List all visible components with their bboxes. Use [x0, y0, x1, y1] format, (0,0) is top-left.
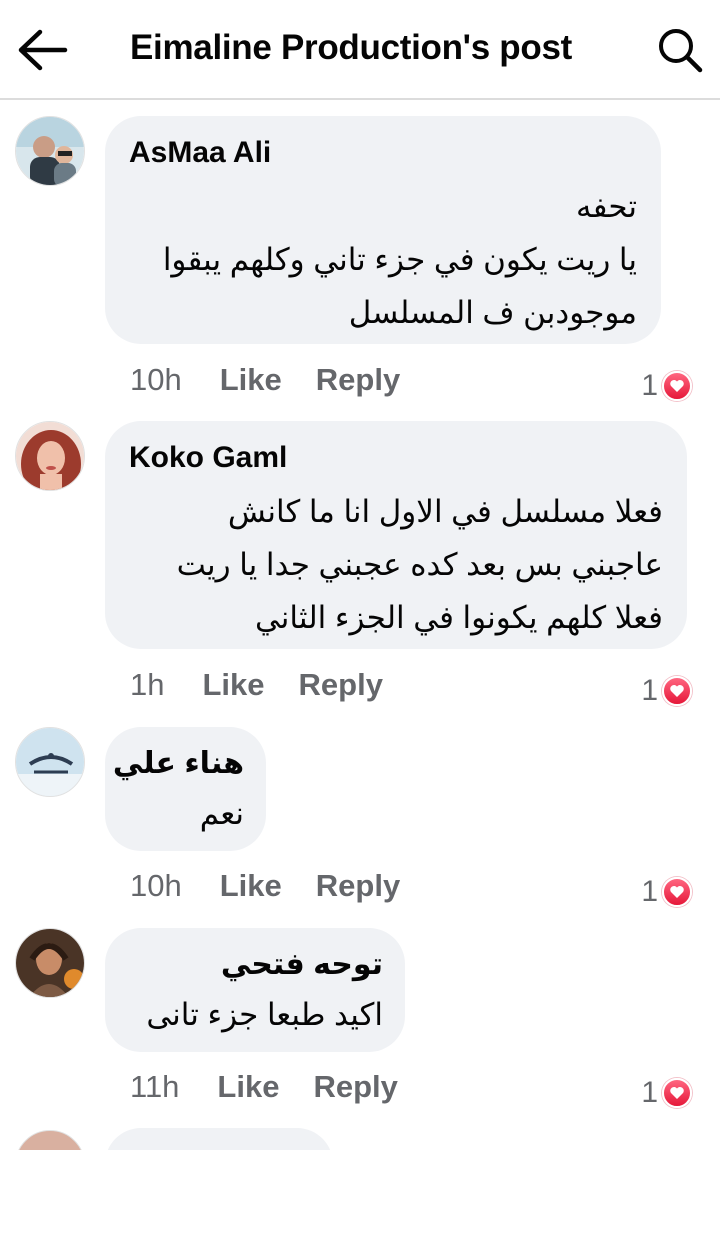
- avatar[interactable]: [15, 928, 85, 998]
- comment-bubble[interactable]: AsMaa Ali تحفه يا ريت يكون في جزء تاني و…: [105, 116, 661, 344]
- comment-author[interactable]: AsMaa Ali: [129, 134, 637, 172]
- reaction-summary[interactable]: 1: [641, 671, 692, 711]
- comment-actions: 10h Like Reply: [130, 866, 400, 906]
- comment-author[interactable]: Koko Gaml: [129, 439, 663, 477]
- comment-text-line: موجودبن ف المسلسل: [348, 295, 637, 330]
- reaction-summary[interactable]: 1: [641, 1073, 692, 1113]
- like-button[interactable]: Like: [202, 667, 264, 703]
- reply-button[interactable]: Reply: [313, 1069, 397, 1105]
- comment-text-line: فعلا كلهم يكونوا في الجزء الثاني: [254, 600, 663, 635]
- love-reaction-icon: [662, 1078, 692, 1108]
- comment-timestamp[interactable]: 1h: [130, 667, 164, 703]
- avatar[interactable]: [15, 727, 85, 797]
- reaction-count: 1: [641, 369, 658, 402]
- search-button[interactable]: [648, 22, 712, 78]
- page-title: Eimaline Production's post: [130, 28, 572, 67]
- comment-author[interactable]: توحه فتحي: [129, 946, 383, 984]
- comment-bubble[interactable]: هناء علي نعم: [105, 727, 266, 851]
- comment-bubble[interactable]: توحه فتحي اكيد طبعا جزء تانى: [105, 928, 405, 1052]
- comment-bubble[interactable]: Koko Gaml فعلا مسلسل في الاول انا ما كان…: [105, 421, 687, 649]
- like-button[interactable]: Like: [217, 1069, 279, 1105]
- comment-timestamp[interactable]: 11h: [130, 1069, 179, 1105]
- comment-text-line: يا ريت يكون في جزء تاني وكلهم يبقوا: [162, 242, 637, 277]
- love-reaction-icon: [662, 877, 692, 907]
- love-reaction-icon: [662, 371, 692, 401]
- comment-text-line: اكيد طبعا جزء تانى: [146, 997, 383, 1032]
- top-bar: Eimaline Production's post: [0, 0, 720, 100]
- reaction-summary[interactable]: 1: [641, 872, 692, 912]
- comments-page: Eimaline Production's post AsMaa Ali تحف…: [0, 0, 720, 1237]
- search-icon: [659, 29, 703, 73]
- comment-text-line: عاجبني بس بعد كده عجبني جدا يا ريت: [176, 547, 663, 582]
- avatar[interactable]: [15, 1130, 85, 1150]
- reaction-count: 1: [641, 875, 658, 908]
- reply-button[interactable]: Reply: [316, 362, 400, 398]
- comment-bubble[interactable]: [105, 1128, 333, 1150]
- comment-timestamp[interactable]: 10h: [130, 868, 182, 904]
- comment-actions: 1h Like Reply: [130, 665, 383, 705]
- reaction-count: 1: [641, 1076, 658, 1109]
- next-comment-partial: [0, 1128, 720, 1150]
- comment-actions: 10h Like Reply: [130, 360, 400, 400]
- reaction-summary[interactable]: 1: [641, 366, 692, 406]
- comment-text-line: نعم: [199, 796, 244, 831]
- back-button[interactable]: [12, 22, 72, 78]
- reply-button[interactable]: Reply: [299, 667, 383, 703]
- arrow-left-icon: [18, 29, 68, 71]
- love-reaction-icon: [662, 676, 692, 706]
- like-button[interactable]: Like: [220, 362, 282, 398]
- comment-text-line: تحفه: [576, 189, 637, 224]
- comment-text-line: فعلا مسلسل في الاول انا ما كانش: [227, 494, 663, 529]
- comment-timestamp[interactable]: 10h: [130, 362, 182, 398]
- reaction-count: 1: [641, 674, 658, 707]
- avatar[interactable]: [15, 116, 85, 186]
- avatar[interactable]: [15, 421, 85, 491]
- comment-actions: 11h Like Reply: [130, 1067, 398, 1107]
- like-button[interactable]: Like: [220, 868, 282, 904]
- comment-author[interactable]: هناء علي: [113, 745, 244, 783]
- reply-button[interactable]: Reply: [316, 868, 400, 904]
